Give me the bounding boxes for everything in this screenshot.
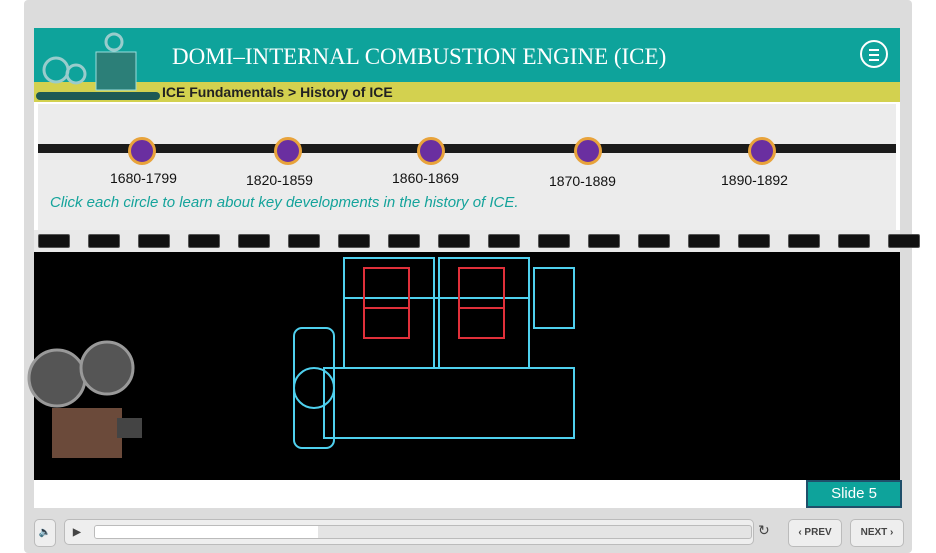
film-hole bbox=[738, 234, 770, 248]
engine-logo-icon bbox=[36, 32, 160, 100]
film-hole bbox=[138, 234, 170, 248]
period-label: 1860-1869 bbox=[392, 170, 459, 186]
instruction-text: Click each circle to learn about key dev… bbox=[50, 194, 519, 211]
timeline-dot-1860-1869[interactable] bbox=[417, 137, 445, 165]
timeline-dot-1890-1892[interactable] bbox=[748, 137, 776, 165]
period-label: 1680-1799 bbox=[110, 170, 177, 186]
timeline-dot-1680-1799[interactable] bbox=[128, 137, 156, 165]
film-hole bbox=[188, 234, 220, 248]
film-projector-icon bbox=[27, 340, 142, 458]
header-bar: DOMI–INTERNAL COMBUSTION ENGINE (ICE) bbox=[34, 28, 900, 82]
period-label: 1820-1859 bbox=[246, 172, 313, 188]
prev-button[interactable]: ‹ PREV bbox=[788, 519, 842, 547]
breadcrumb: ICE Fundamentals > History of ICE bbox=[162, 84, 393, 100]
film-hole bbox=[888, 234, 920, 248]
film-hole bbox=[38, 234, 70, 248]
period-label: 1870-1889 bbox=[549, 173, 616, 189]
slide: DOMI–INTERNAL COMBUSTION ENGINE (ICE) IC… bbox=[27, 28, 920, 508]
timeline-dot-1820-1859[interactable] bbox=[274, 137, 302, 165]
film-hole bbox=[688, 234, 720, 248]
menu-button[interactable] bbox=[860, 40, 888, 68]
engine-xray-icon bbox=[293, 257, 575, 449]
next-button[interactable]: NEXT › bbox=[850, 519, 904, 547]
film-hole bbox=[88, 234, 120, 248]
slide-number-badge: Slide 5 bbox=[806, 480, 902, 508]
film-hole bbox=[238, 234, 270, 248]
film-hole bbox=[838, 234, 870, 248]
progress-fill bbox=[95, 526, 319, 538]
period-label: 1890-1892 bbox=[721, 172, 788, 188]
engine-filmstrip-image: for(let i=0;i<18;i++)document.write('<di… bbox=[27, 230, 920, 480]
film-hole bbox=[788, 234, 820, 248]
breadcrumb-bar: ICE Fundamentals > History of ICE bbox=[34, 82, 900, 102]
timeline: 1680-1799 1820-1859 1860-1869 1870-1889 … bbox=[38, 104, 896, 232]
replay-icon[interactable]: ↻ bbox=[758, 522, 770, 539]
progress-slider[interactable] bbox=[94, 525, 752, 539]
page-title: DOMI–INTERNAL COMBUSTION ENGINE (ICE) bbox=[172, 44, 667, 69]
timeline-dot-1870-1889[interactable] bbox=[574, 137, 602, 165]
volume-button[interactable]: 🔈 bbox=[34, 519, 56, 547]
